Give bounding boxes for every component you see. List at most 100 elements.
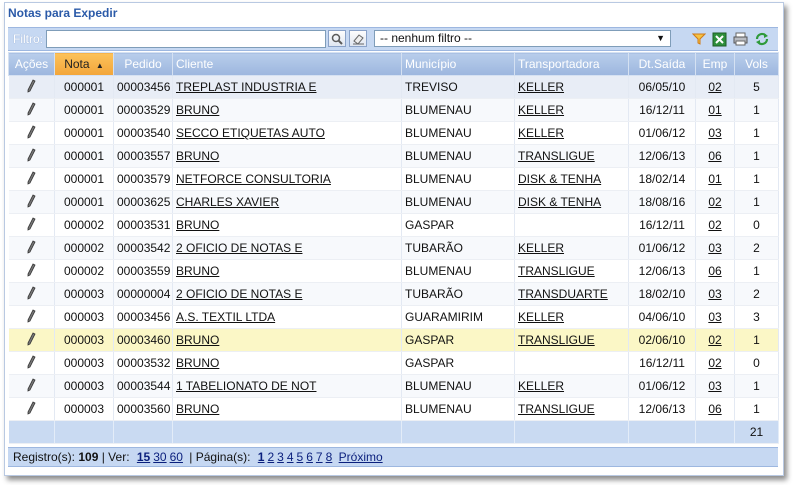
emp-link[interactable]: 03: [708, 126, 721, 140]
page-link[interactable]: 3: [277, 450, 284, 464]
table-row[interactable]: 000002 00003531 BRUNO GASPAR 16/12/11 02 0: [8, 213, 779, 237]
cliente-link[interactable]: BRUNO: [176, 333, 219, 347]
transportadora-link[interactable]: TRANSLIGUE: [518, 333, 595, 347]
transportadora-link[interactable]: KELLER: [518, 103, 564, 117]
next-page-link[interactable]: Próximo: [339, 450, 383, 464]
emp-link[interactable]: 03: [708, 241, 721, 255]
table-row[interactable]: 000001 00003540 SECCO ETIQUETAS AUTO BLUMEN…: [8, 121, 779, 145]
cliente-link[interactable]: SECCO ETIQUETAS AUTO: [176, 126, 325, 140]
funnel-filter-button[interactable]: [691, 31, 707, 47]
transportadora-link[interactable]: TRANSDUARTE: [518, 287, 608, 301]
emp-link[interactable]: 06: [708, 149, 721, 163]
emp-link[interactable]: 02: [708, 195, 721, 209]
emp-link[interactable]: 02: [708, 333, 721, 347]
table-row[interactable]: 000001 00003579 NETFORCE CONSULTORIA BLUMEN…: [8, 167, 779, 191]
clear-filter-button[interactable]: [349, 30, 367, 47]
table-row[interactable]: 000001 00003456 TREPLAST INDUSTRIA E TREVIS…: [8, 75, 779, 99]
table-row[interactable]: 000003 00003544 1 TABELIONATO DE NOT BLUMEN…: [8, 374, 779, 398]
cliente-link[interactable]: BRUNO: [176, 218, 219, 232]
cliente-link[interactable]: 2 OFICIO DE NOTAS E: [176, 287, 302, 301]
col-header-municipio[interactable]: Município: [401, 52, 515, 76]
edit-action-cell[interactable]: [8, 98, 55, 122]
table-row[interactable]: 000001 00003529 BRUNO BLUMENAU KELLER 16/12/1…: [8, 98, 779, 122]
cliente-link[interactable]: 1 TABELIONATO DE NOT: [176, 379, 316, 393]
col-header-transportadora[interactable]: Transportadora: [514, 52, 629, 76]
edit-action-cell[interactable]: [8, 167, 55, 191]
page-link[interactable]: 2: [267, 450, 274, 464]
page-link[interactable]: 8: [326, 450, 333, 464]
print-button[interactable]: [732, 31, 748, 47]
page-size-option[interactable]: 15: [137, 450, 150, 464]
cliente-link[interactable]: BRUNO: [176, 356, 219, 370]
edit-action-cell[interactable]: [8, 213, 55, 237]
emp-link[interactable]: 01: [708, 172, 721, 186]
cliente-link[interactable]: CHARLES XAVIER: [176, 195, 279, 209]
col-header-vols[interactable]: Vols: [734, 52, 779, 76]
search-button[interactable]: [328, 30, 346, 47]
page-link[interactable]: 6: [306, 450, 313, 464]
cliente-link[interactable]: BRUNO: [176, 264, 219, 278]
emp-link[interactable]: 01: [708, 103, 721, 117]
edit-action-cell[interactable]: [8, 351, 55, 375]
transportadora-link[interactable]: TRANSLIGUE: [518, 149, 595, 163]
emp-link[interactable]: 06: [708, 264, 721, 278]
emp-link[interactable]: 06: [708, 402, 721, 416]
col-header-cliente[interactable]: Cliente: [172, 52, 402, 76]
emp-link[interactable]: 02: [708, 356, 721, 370]
page-size-option[interactable]: 60: [170, 450, 183, 464]
filter-input[interactable]: [46, 30, 326, 48]
table-row[interactable]: 000002 00003559 BRUNO BLUMENAU TRANSLIGUE 12/…: [8, 259, 779, 283]
table-row[interactable]: 000002 00003542 2 OFICIO DE NOTAS E TUBARÃO…: [8, 236, 779, 260]
edit-action-cell[interactable]: [8, 121, 55, 145]
cliente-link[interactable]: TREPLAST INDUSTRIA E: [176, 80, 316, 94]
edit-action-cell[interactable]: [8, 144, 55, 168]
cliente-link[interactable]: NETFORCE CONSULTORIA: [176, 172, 331, 186]
edit-action-cell[interactable]: [8, 259, 55, 283]
cliente-link[interactable]: BRUNO: [176, 402, 219, 416]
edit-action-cell[interactable]: [8, 397, 55, 421]
page-link[interactable]: 7: [316, 450, 323, 464]
transportadora-link[interactable]: DISK & TENHA: [518, 172, 601, 186]
cliente-link[interactable]: A.S. TEXTIL LTDA: [176, 310, 275, 324]
edit-action-cell[interactable]: [8, 75, 55, 99]
transportadora-link[interactable]: KELLER: [518, 379, 564, 393]
page-link[interactable]: 1: [258, 450, 265, 464]
transportadora-link[interactable]: TRANSLIGUE: [518, 264, 595, 278]
filter-select[interactable]: -- nenhum filtro -- ▼: [374, 30, 671, 47]
export-excel-button[interactable]: [711, 31, 727, 47]
col-header-pedido[interactable]: Pedido: [113, 52, 173, 76]
table-row[interactable]: 000001 00003625 CHARLES XAVIER BLUMENAU DISK…: [8, 190, 779, 214]
transportadora-link[interactable]: DISK & TENHA: [518, 195, 601, 209]
col-header-emp[interactable]: Emp: [695, 52, 735, 76]
table-row[interactable]: 000003 00003460 BRUNO GASPAR TRANSLIGUE 02/06…: [8, 328, 779, 352]
transportadora-link[interactable]: TRANSLIGUE: [518, 402, 595, 416]
edit-action-cell[interactable]: [8, 328, 55, 352]
table-row[interactable]: 000001 00003557 BRUNO BLUMENAU TRANSLIGUE 12/…: [8, 144, 779, 168]
page-size-option[interactable]: 30: [153, 450, 166, 464]
edit-action-cell[interactable]: [8, 282, 55, 306]
table-row[interactable]: 000003 00003560 BRUNO BLUMENAU TRANSLIGUE 12/…: [8, 397, 779, 421]
transportadora-link[interactable]: KELLER: [518, 126, 564, 140]
edit-action-cell[interactable]: [8, 305, 55, 329]
col-header-dt-saida[interactable]: Dt.Saída: [628, 52, 696, 76]
emp-link[interactable]: 02: [708, 218, 721, 232]
page-link[interactable]: 5: [297, 450, 304, 464]
table-row[interactable]: 000003 00003532 BRUNO GASPAR 16/12/11 02 0: [8, 351, 779, 375]
transportadora-link[interactable]: KELLER: [518, 310, 564, 324]
cliente-link[interactable]: BRUNO: [176, 103, 219, 117]
col-header-acoes[interactable]: Ações: [8, 52, 55, 76]
emp-link[interactable]: 03: [708, 287, 721, 301]
transportadora-link[interactable]: KELLER: [518, 241, 564, 255]
emp-link[interactable]: 03: [708, 310, 721, 324]
col-header-nota[interactable]: Nota ▲: [54, 52, 114, 76]
emp-link[interactable]: 02: [708, 80, 721, 94]
table-row[interactable]: 000003 00003456 A.S. TEXTIL LTDA GUARAMIRIM…: [8, 305, 779, 329]
transportadora-link[interactable]: KELLER: [518, 80, 564, 94]
cliente-link[interactable]: BRUNO: [176, 149, 219, 163]
refresh-button[interactable]: [754, 31, 770, 47]
cliente-link[interactable]: 2 OFICIO DE NOTAS E: [176, 241, 302, 255]
edit-action-cell[interactable]: [8, 190, 55, 214]
emp-link[interactable]: 03: [708, 379, 721, 393]
page-link[interactable]: 4: [287, 450, 294, 464]
edit-action-cell[interactable]: [8, 236, 55, 260]
